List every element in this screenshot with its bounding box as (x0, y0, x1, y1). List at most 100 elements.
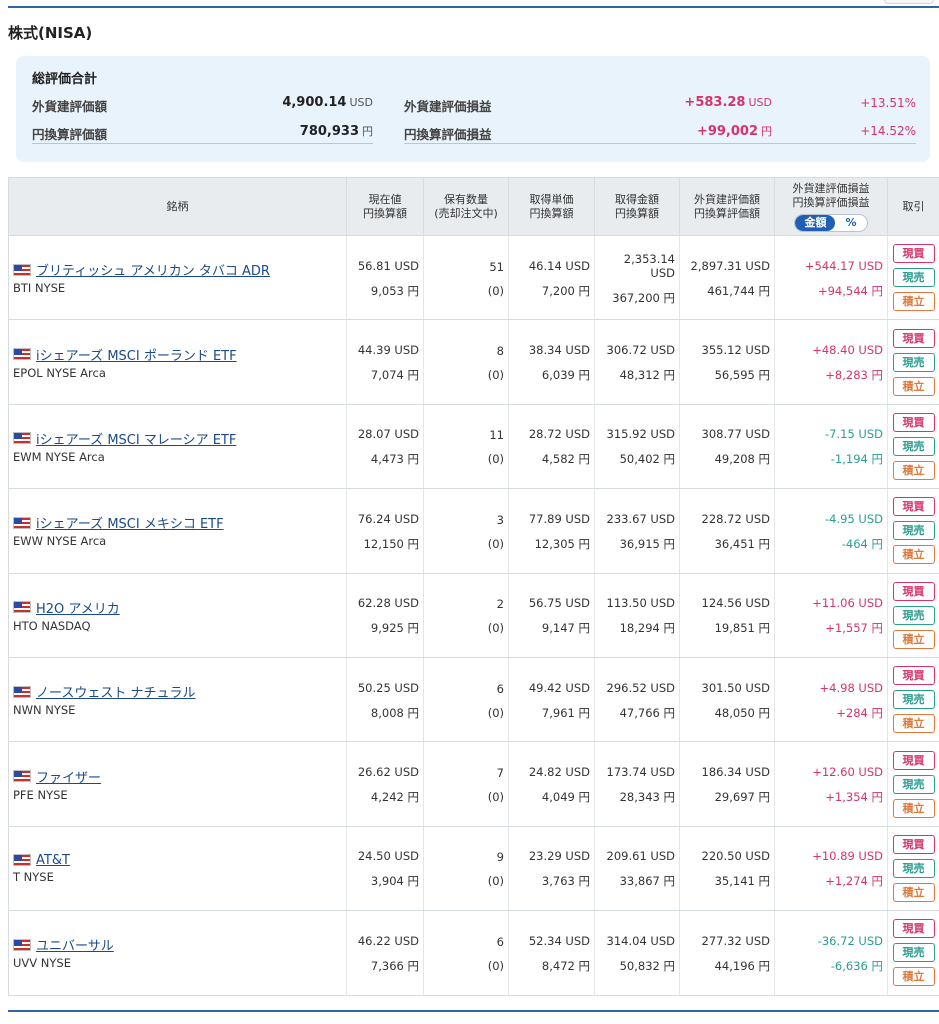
accumulate-button[interactable]: 積立 (892, 967, 935, 987)
sell-button[interactable]: 現売 (892, 943, 935, 963)
accumulate-button[interactable]: 積立 (892, 714, 935, 734)
stock-name-link[interactable]: iシェアーズ MSCI メキシコ ETF (36, 513, 224, 532)
pl-usd: +11.06 USD (812, 596, 883, 611)
stock-name-line: iシェアーズ MSCI ポーランド ETF (13, 345, 342, 364)
buy-button[interactable]: 現買 (892, 328, 935, 348)
stock-ticker: EPOL NYSE Arca (13, 365, 106, 380)
sell-button[interactable]: 現売 (892, 268, 935, 288)
pl-cell: -4.95 USD -464 円 (774, 488, 888, 574)
trade-buttons: 現買 現売 積立 (892, 666, 935, 734)
cost-cell: 306.72 USD 48,312 円 (594, 319, 680, 405)
sell-button[interactable]: 現売 (892, 690, 935, 710)
stock-name-link[interactable]: H2O アメリカ (36, 598, 120, 617)
accumulate-button[interactable]: 積立 (892, 545, 935, 565)
buy-button[interactable]: 現買 (892, 666, 935, 686)
stock-name-link[interactable]: ユニバーサル (36, 935, 114, 954)
sell-button[interactable]: 現売 (892, 352, 935, 372)
foreign-pl: +583.28 USD (684, 95, 772, 110)
yen-value-row: 円換算評価額 780,933 円 (32, 120, 373, 144)
header-cost-line1: 取得金額 (615, 192, 659, 206)
trade-cell: 現買 現売 積立 (887, 235, 939, 321)
qty-pending: (0) (487, 790, 504, 805)
us-flag-icon (13, 516, 31, 529)
price-usd: 56.81 USD (357, 258, 419, 273)
sell-button[interactable]: 現売 (892, 858, 935, 878)
unit-cost-usd: 49.42 USD (528, 680, 590, 695)
toggle-amount-button[interactable]: 金額 (795, 214, 836, 231)
header-unit-cost: 取得単価 円換算額 (508, 177, 595, 236)
price-cell: 26.62 USD 4,242 円 (346, 741, 424, 827)
stock-ticker: BTI NYSE (13, 281, 66, 296)
header-price-line1: 現在値 (368, 192, 402, 206)
buy-button[interactable]: 現買 (892, 581, 935, 601)
buy-button[interactable]: 現買 (892, 834, 935, 854)
price-jpy: 3,904 円 (370, 874, 419, 889)
accumulate-button[interactable]: 積立 (892, 460, 935, 480)
pl-usd: +12.60 USD (812, 765, 883, 780)
unit-cost-jpy: 9,147 円 (541, 621, 590, 636)
value-jpy: 461,744 円 (707, 283, 770, 298)
header-value-line1: 外貨建評価額 (694, 192, 760, 206)
value-cell: 355.12 USD 56,595 円 (679, 319, 775, 405)
stock-name-line: ファイザー (13, 767, 342, 786)
trade-cell: 現買 現売 積立 (887, 319, 939, 405)
stock-name-link[interactable]: ファイザー (36, 767, 101, 786)
qty-cell: 51 (0) (423, 235, 509, 321)
header-price: 現在値 円換算額 (346, 177, 424, 236)
buy-button[interactable]: 現買 (892, 412, 935, 432)
accumulate-button[interactable]: 積立 (892, 798, 935, 818)
price-usd: 24.50 USD (357, 849, 419, 864)
stock-name-link[interactable]: AT&T (36, 853, 70, 868)
yen-value-unit: 円 (362, 125, 373, 138)
table-row: H2O アメリカ HTO NASDAQ 62.28 USD 9,925 円 2 (0) 56… (8, 573, 939, 658)
value-jpy: 49,208 円 (714, 452, 770, 467)
trade-cell: 現買 現売 積立 (887, 404, 939, 490)
sell-button[interactable]: 現売 (892, 521, 935, 541)
cost-cell: 315.92 USD 50,402 円 (594, 404, 680, 490)
sell-button[interactable]: 現売 (892, 774, 935, 794)
header-pl-line2: 円換算評価損益 (792, 195, 870, 209)
unit-cost-usd: 28.72 USD (528, 427, 590, 442)
qty: 11 (489, 428, 504, 443)
cost-jpy: 33,867 円 (619, 874, 675, 889)
stock-ticker: EWW NYSE Arca (13, 534, 107, 549)
stock-name-link[interactable]: ブリティッシュ アメリカン タバコ ADR (36, 260, 270, 279)
pl-usd: +48.40 USD (812, 343, 883, 358)
value-usd: 186.34 USD (701, 765, 770, 780)
unit-cost-cell: 56.75 USD 9,147 円 (508, 573, 595, 658)
stock-name-line: ブリティッシュ アメリカン タバコ ADR (13, 260, 342, 279)
price-cell: 62.28 USD 9,925 円 (346, 573, 424, 658)
sell-button[interactable]: 現売 (892, 605, 935, 625)
qty: 3 (496, 512, 504, 527)
us-flag-icon (13, 685, 31, 698)
unit-cost-usd: 24.82 USD (528, 765, 590, 780)
accumulate-button[interactable]: 積立 (892, 376, 935, 396)
value-cell: 220.50 USD 35,141 円 (679, 826, 775, 912)
buy-button[interactable]: 現買 (892, 919, 935, 939)
qty-cell: 11 (0) (423, 404, 509, 490)
stock-name-link[interactable]: iシェアーズ MSCI マレーシア ETF (36, 429, 236, 448)
qty-pending: (0) (487, 621, 504, 636)
accumulate-button[interactable]: 積立 (892, 629, 935, 649)
table-row: iシェアーズ MSCI マレーシア ETF EWM NYSE Arca 28.07 … (8, 404, 939, 490)
top-right-button[interactable] (884, 0, 934, 4)
stock-name-link[interactable]: ノースウェスト ナチュラル (36, 682, 195, 701)
price-cell: 28.07 USD 4,473 円 (346, 404, 424, 490)
unit-cost-cell: 38.34 USD 6,039 円 (508, 319, 595, 405)
buy-button[interactable]: 現買 (892, 750, 935, 770)
buy-button[interactable]: 現買 (892, 244, 935, 264)
value-usd: 308.77 USD (701, 427, 770, 442)
accumulate-button[interactable]: 積立 (892, 882, 935, 902)
stock-name-link[interactable]: iシェアーズ MSCI ポーランド ETF (36, 345, 237, 364)
accumulate-button[interactable]: 積立 (892, 292, 935, 312)
us-flag-icon (13, 263, 31, 276)
price-cell: 24.50 USD 3,904 円 (346, 826, 424, 912)
toggle-percent-button[interactable]: % (835, 215, 866, 231)
price-cell: 44.39 USD 7,074 円 (346, 319, 424, 405)
header-trade: 取引 (887, 177, 939, 236)
sell-button[interactable]: 現売 (892, 436, 935, 456)
table-header-row: 銘柄 現在値 円換算額 保有数量 (売却注文中) 取得単価 円換算額 取得金額 円換算額… (8, 177, 939, 236)
trade-buttons: 現買 現売 積立 (892, 581, 935, 649)
foreign-value: 4,900.14 USD (282, 95, 373, 110)
buy-button[interactable]: 現買 (892, 497, 935, 517)
